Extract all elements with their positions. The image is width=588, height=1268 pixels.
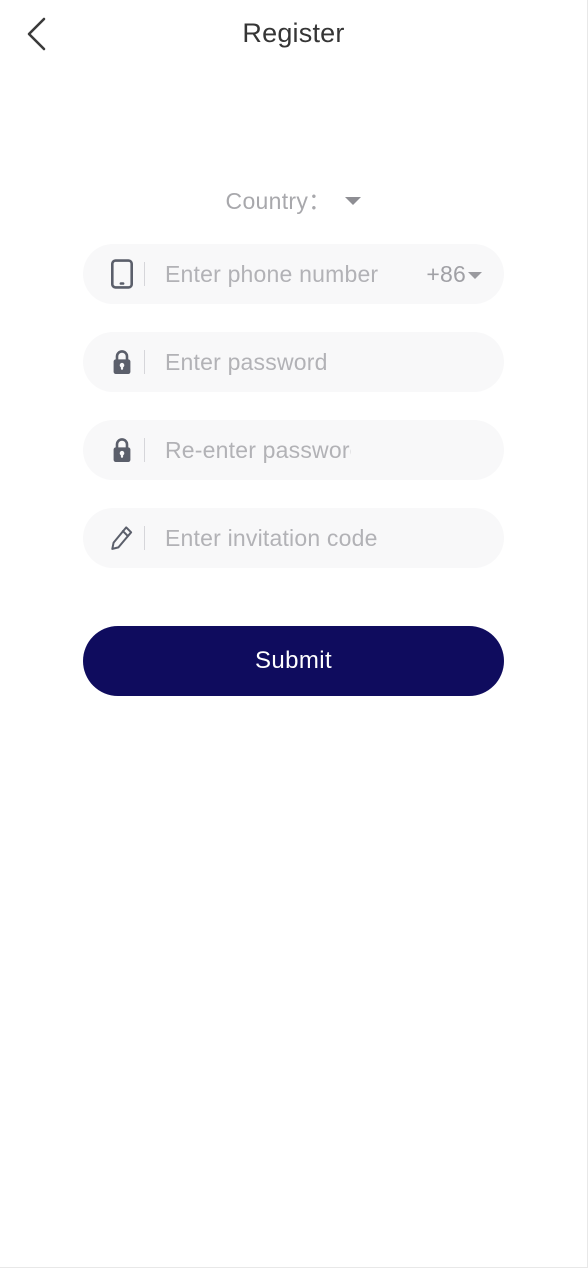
field-divider [144,526,145,550]
app-header: Register [0,0,587,70]
country-selector-label: Country： [225,188,332,214]
submit-button[interactable]: Submit [83,626,504,696]
phone-input[interactable] [165,244,419,304]
password-field-row [83,332,504,392]
register-form: +86 [0,244,587,568]
pencil-icon [100,524,144,552]
field-divider [144,262,145,286]
confirm-password-field-row [83,420,504,480]
country-code-selector[interactable]: +86 [426,261,482,288]
lock-icon [100,436,144,464]
register-screen: Register Country： +86 [0,0,588,1268]
country-selector[interactable]: Country： [0,182,587,216]
password-input[interactable] [165,332,504,392]
country-code-label: +86 [426,260,466,287]
chevron-down-icon [345,196,362,205]
invitation-code-input[interactable] [165,508,504,568]
invitation-code-field-row [83,508,504,568]
submit-container: Submit [0,626,587,696]
chevron-down-icon [468,272,482,279]
page-title: Register [242,18,345,48]
phone-field-row: +86 [83,244,504,304]
lock-icon [100,348,144,376]
mobile-phone-icon [100,259,144,289]
field-divider [144,350,145,374]
confirm-password-input[interactable] [165,420,351,480]
field-divider [144,438,145,462]
